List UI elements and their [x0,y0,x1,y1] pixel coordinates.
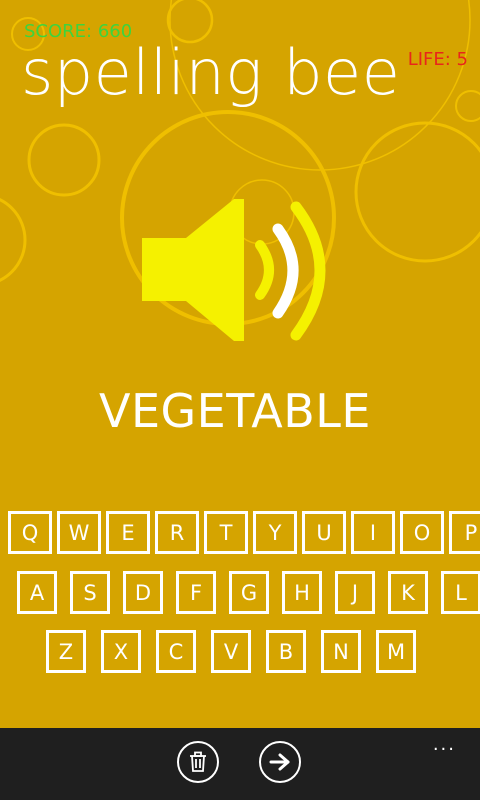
key-a[interactable]: A [17,571,57,614]
key-y[interactable]: Y [253,511,297,554]
key-t[interactable]: T [204,511,248,554]
key-l[interactable]: L [441,571,480,614]
more-options-button[interactable]: ... [433,736,456,754]
key-x[interactable]: X [101,630,141,673]
key-e[interactable]: E [106,511,150,554]
key-o[interactable]: O [400,511,444,554]
key-r[interactable]: R [155,511,199,554]
key-z[interactable]: Z [46,630,86,673]
key-g[interactable]: G [229,571,269,614]
key-v[interactable]: V [211,630,251,673]
key-b[interactable]: B [266,630,306,673]
key-j[interactable]: J [335,571,375,614]
keyboard-row-1: QWERTYUIOP [8,511,480,554]
key-q[interactable]: Q [8,511,52,554]
key-w[interactable]: W [57,511,101,554]
key-h[interactable]: H [282,571,322,614]
trash-icon[interactable] [177,741,219,783]
current-word: VEGETABLE [99,384,371,438]
key-u[interactable]: U [302,511,346,554]
key-f[interactable]: F [176,571,216,614]
app-title: spelling bee [21,36,401,109]
key-k[interactable]: K [388,571,428,614]
speaker-volume-icon[interactable] [138,195,333,345]
keyboard-row-3: ZXCVBNM [46,630,416,673]
key-n[interactable]: N [321,630,361,673]
key-c[interactable]: C [156,630,196,673]
arrow-right-icon[interactable] [259,741,301,783]
key-s[interactable]: S [70,571,110,614]
keyboard-row-2: ASDFGHJKL [17,571,480,614]
key-p[interactable]: P [449,511,480,554]
key-d[interactable]: D [123,571,163,614]
life-label: LIFE: 5 [407,49,468,70]
key-i[interactable]: I [351,511,395,554]
key-m[interactable]: M [376,630,416,673]
app-bar: ... [0,728,480,800]
